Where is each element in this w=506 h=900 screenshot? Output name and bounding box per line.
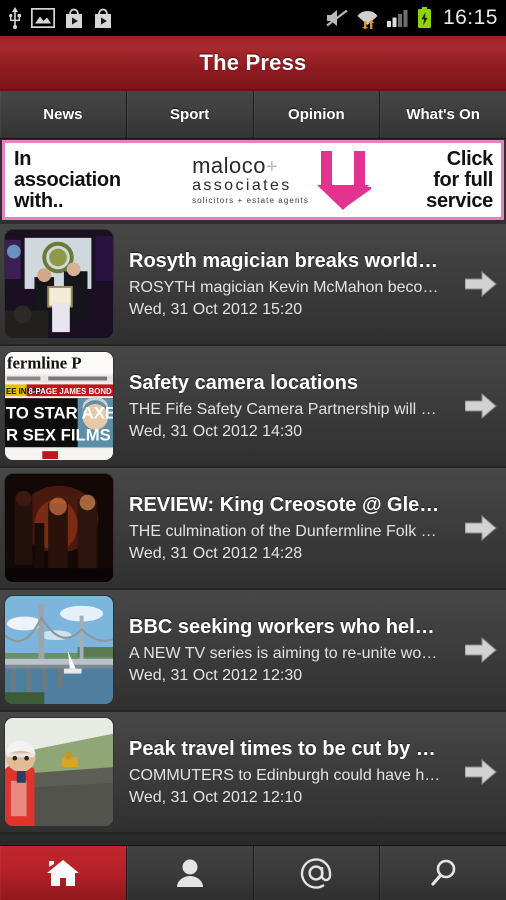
chevron-right-arrow-icon[interactable]	[465, 514, 497, 542]
article-thumbnail	[4, 229, 114, 339]
ad-left-text: In association with..	[5, 147, 180, 212]
table-row[interactable]: REVIEW: King Creosote @ Gle… THE culmina…	[0, 468, 506, 590]
play-store-icon	[66, 8, 82, 28]
app-header: The Press	[0, 36, 506, 91]
screenshot-image-icon	[31, 8, 55, 28]
award-ceremony-photo	[5, 230, 113, 338]
article-text: Safety camera locations THE Fife Safety …	[114, 371, 500, 442]
article-date: Wed, 31 Oct 2012 15:20	[129, 300, 303, 318]
article-thumbnail: fermline P EE INSIDE 8-PAGE JAMES BOND S…	[4, 351, 114, 461]
construction-worker-photo	[5, 718, 113, 826]
svg-text:TO STAR AXED: TO STAR AXED	[6, 404, 113, 423]
at-sign-icon	[301, 858, 332, 889]
table-row[interactable]: BBC seeking workers who hel… A NEW TV se…	[0, 590, 506, 712]
ad-right-line3: service	[426, 189, 493, 212]
article-description: THE culmination of the Dunfermline Folk …	[129, 522, 437, 540]
article-title: Rosyth magician breaks world…	[129, 249, 438, 272]
home-icon	[46, 860, 79, 886]
wifi-icon	[357, 10, 378, 29]
nav-search-button[interactable]	[380, 846, 506, 900]
ad-brand-name: maloco+	[192, 153, 309, 178]
article-date: Wed, 31 Oct 2012 12:30	[129, 666, 303, 684]
article-title: REVIEW: King Creosote @ Gle…	[129, 493, 440, 516]
chevron-right-arrow-icon[interactable]	[465, 392, 497, 420]
article-title: Peak travel times to be cut by …	[129, 737, 436, 760]
chevron-right-arrow-icon[interactable]	[465, 636, 497, 664]
status-clock: 16:15	[442, 6, 498, 29]
tab-opinion[interactable]: Opinion	[253, 91, 381, 138]
tab-whats-on[interactable]: What's On	[380, 91, 506, 138]
status-bar: 16:15	[0, 0, 506, 36]
svg-text:R SEX FILMS: R SEX FILMS	[6, 425, 111, 444]
article-thumbnail	[4, 717, 114, 827]
ad-brand-tagline: solicitors + estate agents	[192, 196, 309, 205]
article-text: Peak travel times to be cut by … COMMUTE…	[114, 737, 500, 808]
ad-right-line2: for full	[433, 168, 493, 191]
bottom-navigation-bar	[0, 845, 506, 900]
nav-profile-button[interactable]	[126, 846, 254, 900]
article-description: A NEW TV series is aiming to re-unite wo…	[129, 644, 438, 662]
article-list[interactable]: Rosyth magician breaks world… ROSYTH mag…	[0, 224, 506, 845]
page-title: The Press	[199, 49, 307, 75]
nav-contact-button[interactable]	[253, 846, 381, 900]
concert-stage-photo	[5, 474, 113, 582]
article-description: ROSYTH magician Kevin McMahon beco…	[129, 278, 439, 296]
person-icon	[176, 859, 203, 887]
tab-news[interactable]: News	[0, 91, 127, 138]
ad-brand-plus: +	[265, 156, 279, 178]
maloco-u-arrow-logo	[316, 151, 371, 210]
ad-right-line1: Click	[446, 147, 494, 170]
signal-icon	[386, 10, 408, 27]
ad-left-line3: with..	[14, 189, 64, 212]
article-date: Wed, 31 Oct 2012 14:30	[129, 422, 303, 440]
ad-left-line2: association	[14, 168, 121, 191]
svg-text:fermline P: fermline P	[7, 354, 82, 373]
chevron-right-arrow-icon[interactable]	[465, 758, 497, 786]
article-text: Rosyth magician breaks world… ROSYTH mag…	[114, 249, 500, 320]
advertisement-banner[interactable]: In association with.. maloco+ associates…	[2, 140, 504, 220]
usb-icon	[9, 7, 21, 29]
advertisement-banner-wrap: In association with.. maloco+ associates…	[0, 139, 506, 224]
ad-brand-sub: associates	[192, 177, 292, 194]
section-tabbar: News Sport Opinion What's On	[0, 91, 506, 139]
chevron-right-arrow-icon[interactable]	[465, 270, 497, 298]
article-title: BBC seeking workers who hel…	[129, 615, 435, 638]
ad-left-line1: In	[14, 147, 32, 170]
article-thumbnail	[4, 473, 114, 583]
tab-sport[interactable]: Sport	[126, 91, 254, 138]
article-description: COMMUTERS to Edinburgh could have h…	[129, 766, 441, 784]
article-text: REVIEW: King Creosote @ Gle… THE culmina…	[114, 493, 500, 564]
nav-home-button[interactable]	[0, 846, 127, 900]
play-store-icon	[95, 8, 111, 28]
article-description: THE Fife Safety Camera Partnership will …	[129, 400, 437, 418]
search-icon	[431, 859, 456, 886]
article-date: Wed, 31 Oct 2012 14:28	[129, 544, 303, 562]
ad-right-text: Click for full service	[383, 147, 501, 212]
ad-brand-word: maloco	[192, 153, 266, 178]
app-root: 16:15 The Press News Sport Opinion What'…	[0, 0, 506, 900]
ad-brand-text: maloco+ associates solicitors + estate a…	[192, 155, 313, 205]
article-text: BBC seeking workers who hel… A NEW TV se…	[114, 615, 500, 686]
article-thumbnail	[4, 595, 114, 705]
status-left-icons	[8, 7, 113, 29]
forth-road-bridge-photo	[5, 596, 113, 704]
battery-charging-icon	[417, 7, 431, 28]
table-row[interactable]: fermline P EE INSIDE 8-PAGE JAMES BOND S…	[0, 346, 506, 468]
article-title: Safety camera locations	[129, 371, 358, 394]
newspaper-front-page-photo: fermline P EE INSIDE 8-PAGE JAMES BOND S…	[5, 352, 113, 460]
table-row[interactable]: Rosyth magician breaks world… ROSYTH mag…	[0, 224, 506, 346]
status-right-icons: 16:15	[325, 6, 498, 30]
ad-brand: maloco+ associates solicitors + estate a…	[180, 143, 383, 217]
table-row[interactable]: Peak travel times to be cut by … COMMUTE…	[0, 712, 506, 834]
article-date: Wed, 31 Oct 2012 12:10	[129, 788, 303, 806]
svg-text:8-PAGE JAMES BOND SP: 8-PAGE JAMES BOND SP	[29, 387, 113, 396]
mute-icon	[326, 9, 348, 27]
